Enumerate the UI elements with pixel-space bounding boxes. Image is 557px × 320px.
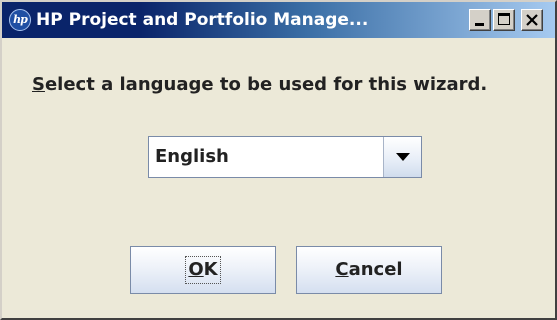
- close-icon: [526, 14, 538, 26]
- window-title: HP Project and Portfolio Manage...: [36, 10, 369, 30]
- maximize-button[interactable]: [493, 9, 515, 31]
- hp-logo-icon: hp: [9, 9, 31, 31]
- minimize-icon: [475, 23, 484, 26]
- dialog-content: Select a language to be used for this wi…: [2, 38, 555, 318]
- ok-mnemonic: O: [188, 259, 204, 280]
- dialog-window: hp HP Project and Portfolio Manage... Se…: [0, 0, 557, 320]
- ok-label-rest: K: [203, 259, 218, 280]
- language-prompt-label: Select a language to be used for this wi…: [32, 74, 487, 95]
- maximize-icon: [498, 13, 510, 25]
- chevron-down-icon: [396, 153, 410, 161]
- cancel-button-label: Cancel: [335, 247, 402, 293]
- title-bar[interactable]: hp HP Project and Portfolio Manage...: [2, 2, 555, 38]
- language-select-value: English: [155, 146, 229, 167]
- minimize-button[interactable]: [469, 9, 491, 31]
- language-select-dropdown-button[interactable]: [383, 137, 421, 177]
- close-button[interactable]: [521, 9, 543, 31]
- cancel-mnemonic: C: [335, 259, 349, 280]
- ok-button[interactable]: OK: [130, 246, 276, 294]
- prompt-text: elect a language to be used for this wiz…: [44, 74, 488, 95]
- cancel-button[interactable]: Cancel: [296, 246, 442, 294]
- ok-button-label: OK: [185, 256, 221, 284]
- language-select[interactable]: English: [148, 136, 422, 178]
- app-icon-text: hp: [13, 13, 28, 26]
- cancel-label-rest: ancel: [348, 259, 403, 280]
- prompt-mnemonic: S: [32, 74, 45, 95]
